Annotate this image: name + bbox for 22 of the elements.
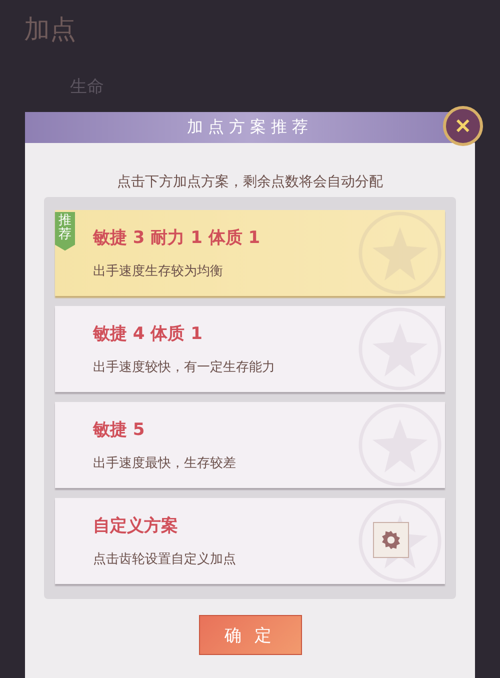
gear-icon <box>380 529 402 551</box>
plan-card[interactable]: 敏捷 5 出手速度最快，生存较差 <box>55 402 445 488</box>
star-emblem-icon <box>357 306 443 392</box>
plan-name: 敏捷 4 体质 1 <box>93 323 204 345</box>
plan-card[interactable]: 推荐 敏捷 3 耐力 1 体质 1 出手速度生存较为均衡 <box>55 210 445 296</box>
plan-name: 敏捷 5 <box>93 419 146 441</box>
plan-name: 敏捷 3 耐力 1 体质 1 <box>93 227 260 249</box>
plan-description: 出手速度生存较为均衡 <box>93 263 224 280</box>
plan-description: 出手速度较快，有一定生存能力 <box>93 359 275 376</box>
plan-card[interactable]: 敏捷 4 体质 1 出手速度较快，有一定生存能力 <box>55 306 445 392</box>
star-emblem-icon <box>357 210 443 296</box>
settings-button[interactable] <box>373 522 409 558</box>
page-title: 加点 <box>24 14 77 47</box>
star-emblem-icon <box>357 402 443 488</box>
plan-description: 点击齿轮设置自定义加点 <box>93 551 236 568</box>
recommended-tag: 推荐 <box>55 212 75 251</box>
instruction-text: 点击下方加点方案，剩余点数将会自动分配 <box>117 173 383 191</box>
close-button[interactable]: ✕ <box>443 106 483 146</box>
plan-description: 出手速度最快，生存较差 <box>93 455 236 472</box>
dialog-title: 加点方案推荐 <box>187 117 313 138</box>
plan-card[interactable]: 自定义方案 点击齿轮设置自定义加点 <box>55 498 445 584</box>
plan-name: 自定义方案 <box>93 515 179 537</box>
